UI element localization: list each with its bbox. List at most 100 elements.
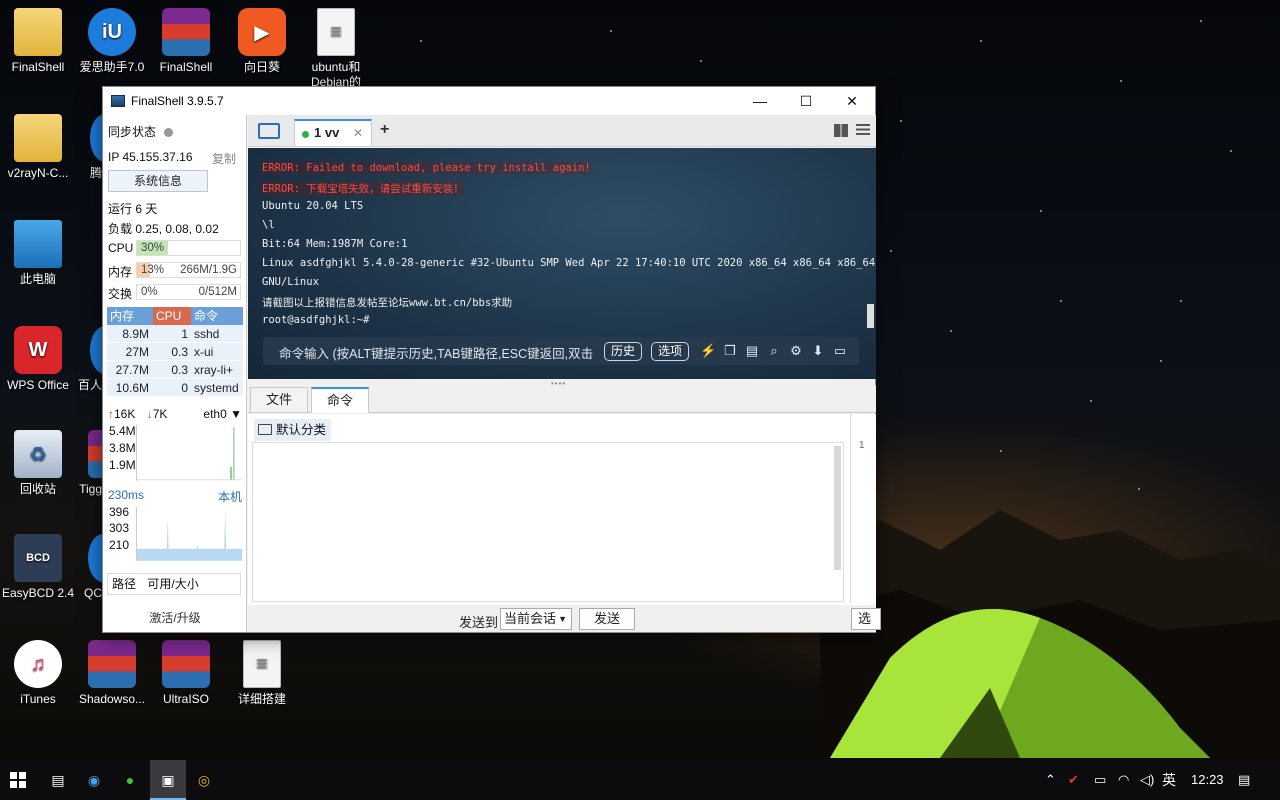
itunes-icon: ♫ bbox=[14, 640, 62, 688]
history-button[interactable]: 历史 bbox=[604, 342, 643, 361]
menu-icon[interactable] bbox=[856, 124, 870, 137]
desktop-icon-label: Shadowso... bbox=[78, 692, 146, 706]
options-button[interactable]: 选项 bbox=[651, 342, 690, 361]
table-row[interactable]: 8.9M 1 sshd bbox=[107, 325, 243, 343]
command-list[interactable] bbox=[252, 442, 844, 602]
close-button[interactable]: ✕ bbox=[829, 87, 875, 115]
add-tab-button[interactable]: + bbox=[380, 121, 389, 139]
col-available-size[interactable]: 可用/大小 bbox=[147, 577, 198, 591]
proc-mem: 27.7M bbox=[115, 363, 149, 377]
desktop-icon-aisi[interactable]: iU 爱思助手7.0 bbox=[74, 8, 150, 75]
folder-icon bbox=[14, 114, 62, 162]
desktop-icon-label: 此电脑 bbox=[19, 272, 56, 286]
tab-commands[interactable]: 命令 bbox=[311, 387, 369, 413]
aisi-icon: iU bbox=[88, 8, 136, 56]
windows-start-icon[interactable] bbox=[6, 768, 30, 792]
battery-icon[interactable]: ▭ bbox=[1094, 760, 1106, 800]
wifi-icon[interactable]: ◠ bbox=[1118, 760, 1129, 800]
browser-icon[interactable]: ◉ bbox=[82, 768, 106, 792]
tab-files[interactable]: 文件 bbox=[250, 387, 308, 413]
antivirus-icon[interactable]: ✔ bbox=[1068, 760, 1079, 800]
desktop-icon-detail-doc[interactable]: ≡ 详细搭建 bbox=[224, 640, 300, 707]
col-path[interactable]: 路径 bbox=[112, 577, 136, 591]
chevron-down-icon: ▼ bbox=[230, 407, 242, 421]
open-folder-icon[interactable] bbox=[258, 123, 280, 139]
chrome-icon[interactable]: ◎ bbox=[192, 768, 216, 792]
command-input[interactable]: 命令输入 (按ALT键提示历史,TAB键路径,ESC键返回,双击 bbox=[279, 343, 603, 362]
desktop-icon-this-pc[interactable]: 此电脑 bbox=[0, 220, 76, 287]
paste-icon[interactable]: ▤ bbox=[744, 343, 760, 359]
maximize-button[interactable]: ☐ bbox=[783, 87, 829, 115]
proc-cmd: systemd bbox=[194, 381, 239, 395]
desktop-icon-baidu[interactable]: 百人 bbox=[62, 326, 102, 393]
window-icon[interactable]: ▭ bbox=[832, 343, 848, 359]
send-button[interactable]: 发送 bbox=[579, 608, 635, 630]
table-row[interactable]: 27.7M 0.3 xray-li+ bbox=[107, 361, 243, 379]
col-command[interactable]: 命令 bbox=[191, 307, 243, 325]
network-header: ↑16K ↓7K eth0 ▼ bbox=[108, 407, 242, 421]
terminal-prompt: root@asdfghjkl:~# bbox=[262, 314, 370, 326]
text-doc-icon: ≡ bbox=[317, 8, 355, 56]
send-target-select[interactable]: 当前会话 ▼ bbox=[500, 608, 572, 630]
terminal-scrollbar[interactable] bbox=[867, 304, 874, 328]
minimize-button[interactable]: — bbox=[737, 87, 783, 115]
search-icon[interactable]: ⌕ bbox=[766, 343, 782, 359]
desktop-icon-itunes[interactable]: ♫ iTunes bbox=[0, 640, 76, 707]
desktop-icon-finalshell-rar[interactable]: FinalShell bbox=[148, 8, 224, 75]
notification-icon[interactable]: ▤ bbox=[1238, 760, 1250, 800]
lightning-icon[interactable]: ⚡ bbox=[700, 343, 716, 359]
swap-percent: 0% bbox=[141, 286, 158, 298]
desktop-icon-label: FinalShell bbox=[159, 60, 213, 74]
clock[interactable]: 12:23 bbox=[1191, 760, 1224, 800]
desktop-icon-label: 向日葵 bbox=[243, 60, 280, 74]
send-to-label: 发送到 bbox=[459, 615, 499, 630]
tray-chevron-up-icon[interactable]: ⌃ bbox=[1045, 760, 1056, 800]
desktop-icon-label: 详细搭建 bbox=[237, 692, 286, 706]
title-bar[interactable]: FinalShell 3.9.5.7 — ☐ ✕ bbox=[103, 87, 875, 115]
command-panel: 默认分类 1 bbox=[248, 414, 876, 605]
latency-tick: 396 bbox=[109, 505, 130, 519]
app-icon bbox=[90, 114, 102, 162]
terminal[interactable]: ERROR: Failed to download, please try in… bbox=[248, 148, 876, 379]
tab-session-1[interactable]: 1 vv ✕ bbox=[294, 119, 372, 146]
table-row[interactable]: 27M 0.3 x-ui bbox=[107, 343, 243, 361]
desktop-icon-tigg[interactable]: Tigg bbox=[62, 430, 102, 497]
editor-options-button[interactable]: 选项 bbox=[851, 608, 881, 630]
desktop-icon-shadowsocks[interactable]: Shadowso... bbox=[74, 640, 150, 707]
download-icon[interactable]: ⬇ bbox=[810, 343, 826, 359]
activate-upgrade-link[interactable]: 激活/升级 bbox=[103, 609, 246, 626]
col-memory[interactable]: 内存 bbox=[107, 307, 153, 325]
load-average: 负载 0.25, 0.08, 0.02 bbox=[108, 222, 219, 236]
command-list-scrollbar[interactable] bbox=[834, 446, 841, 570]
ip-row: IP 45.155.37.16 复制 bbox=[108, 150, 242, 167]
window-title: FinalShell 3.9.5.7 bbox=[131, 94, 224, 108]
latency-host[interactable]: 本机 bbox=[218, 488, 242, 505]
tab-close-icon[interactable]: ✕ bbox=[353, 126, 363, 140]
system-info-button[interactable]: 系统信息 bbox=[108, 170, 208, 192]
bottom-tabs: 文件 命令 bbox=[248, 385, 876, 413]
proc-cmd: xray-li+ bbox=[194, 363, 234, 377]
desktop-icon-ubuntu-doc[interactable]: ≡ ubuntu和Debian的 bbox=[298, 8, 374, 88]
desktop-icon-tencent[interactable]: 腾 bbox=[62, 114, 102, 181]
desktop-icon-finalshell-folder[interactable]: FinalShell bbox=[0, 8, 76, 75]
desktop-icon-ultraiso[interactable]: UltraISO bbox=[148, 640, 224, 707]
col-cpu[interactable]: CPU bbox=[153, 307, 191, 325]
volume-icon[interactable]: ◁) bbox=[1140, 760, 1154, 800]
interface-select[interactable]: eth0 ▼ bbox=[203, 407, 242, 421]
input-language[interactable]: 英 bbox=[1162, 760, 1176, 800]
table-row[interactable]: 10.6M 0 systemd bbox=[107, 379, 243, 397]
send-bar: 发送到 当前会话 ▼ 发送 选项 bbox=[248, 605, 881, 632]
gear-icon[interactable]: ⚙ bbox=[788, 343, 804, 359]
category-default[interactable]: 默认分类 bbox=[254, 419, 332, 441]
copy-icon[interactable]: ❐ bbox=[722, 343, 738, 359]
desktop-icon-qq[interactable]: QC bbox=[62, 534, 102, 601]
command-editor[interactable]: 1 bbox=[850, 414, 876, 603]
proc-cpu: 0.3 bbox=[171, 363, 188, 377]
wechat-icon[interactable]: ● bbox=[118, 768, 142, 792]
sync-status: 同步状态 bbox=[108, 123, 174, 140]
notepad-icon[interactable]: ▤ bbox=[46, 768, 70, 792]
grid-layout-icon[interactable] bbox=[834, 124, 848, 137]
net-spike bbox=[230, 466, 233, 480]
desktop-icon-sunflower[interactable]: ▶ 向日葵 bbox=[224, 8, 300, 75]
copy-ip-link[interactable]: 复制 bbox=[212, 150, 236, 167]
